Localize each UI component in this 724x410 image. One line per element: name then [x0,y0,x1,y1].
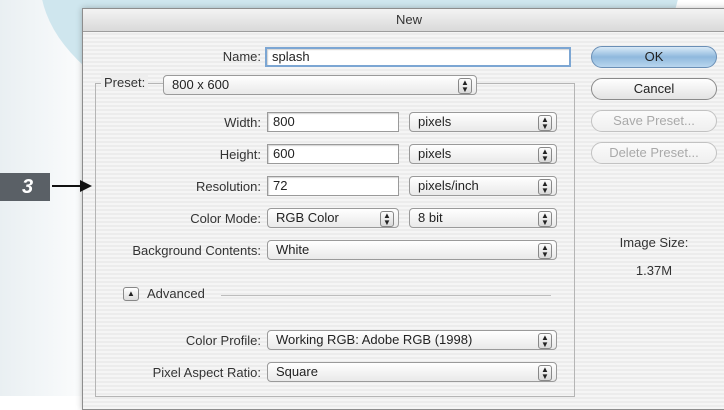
popup-arrows-icon: ▲ ▼ [458,78,472,94]
ok-button[interactable]: OK [591,46,717,68]
resolution-label: Resolution: [195,179,261,194]
width-field[interactable]: 800 [267,112,399,132]
height-field[interactable]: 600 [267,144,399,164]
color-mode-value: RGB Color [276,210,339,225]
cancel-button[interactable]: Cancel [591,78,717,100]
preset-label: Preset: [101,75,149,90]
popup-arrows-icon: ▲ ▼ [538,333,552,349]
popup-arrows-icon: ▲ ▼ [538,147,552,163]
width-unit-select[interactable]: pixels ▲ ▼ [409,112,557,132]
color-profile-value: Working RGB: Adobe RGB (1998) [276,332,473,347]
preset-select[interactable]: 800 x 600 ▲ ▼ [163,75,477,95]
popup-arrows-icon: ▲ ▼ [538,115,552,131]
advanced-label: Advanced [147,286,205,301]
resolution-unit-select[interactable]: pixels/inch ▲ ▼ [409,176,557,196]
popup-arrows-icon: ▲ ▼ [380,211,394,227]
color-mode-label: Color Mode: [190,211,261,226]
color-profile-select[interactable]: Working RGB: Adobe RGB (1998) ▲ ▼ [267,330,557,350]
height-unit-value: pixels [418,146,452,161]
resolution-unit-value: pixels/inch [418,178,479,193]
background-contents-select[interactable]: White ▲ ▼ [267,240,557,260]
color-profile-label: Color Profile: [185,333,261,348]
image-size-label: Image Size: [619,235,689,250]
popup-arrows-icon: ▲ ▼ [538,179,552,195]
popup-arrows-icon: ▲ ▼ [538,243,552,259]
popup-arrows-icon: ▲ ▼ [538,365,552,381]
preset-select-value: 800 x 600 [172,77,230,92]
advanced-divider [221,295,551,296]
delete-preset-button[interactable]: Delete Preset... [591,142,717,164]
resolution-field[interactable]: 72 [267,176,399,196]
name-label: Name: [222,49,261,64]
save-preset-button[interactable]: Save Preset... [591,110,717,132]
popup-arrows-icon: ▲ ▼ [538,211,552,227]
width-label: Width: [224,115,261,130]
pixel-aspect-ratio-select[interactable]: Square ▲ ▼ [267,362,557,382]
step-arrow-icon [52,180,92,192]
height-unit-select[interactable]: pixels ▲ ▼ [409,144,557,164]
background-contents-value: White [276,242,310,257]
bit-depth-select[interactable]: 8 bit ▲ ▼ [409,208,557,228]
dialog-title: New [83,9,724,32]
step-callout: 3 [0,173,50,201]
width-unit-value: pixels [418,114,452,129]
height-label: Height: [219,147,261,162]
image-size-value: 1.37M [635,263,673,278]
pixel-aspect-ratio-value: Square [276,364,318,379]
bit-depth-value: 8 bit [418,210,443,225]
name-field[interactable]: splash [265,47,571,67]
pixel-aspect-ratio-label: Pixel Aspect Ratio: [152,365,261,380]
advanced-disclosure-button[interactable]: ▲ [123,287,139,301]
background-contents-label: Background Contents: [132,243,261,258]
new-document-dialog: New Name: splash Preset: 800 x 600 ▲ ▼ Wi… [82,8,724,410]
color-mode-select[interactable]: RGB Color ▲ ▼ [267,208,399,228]
